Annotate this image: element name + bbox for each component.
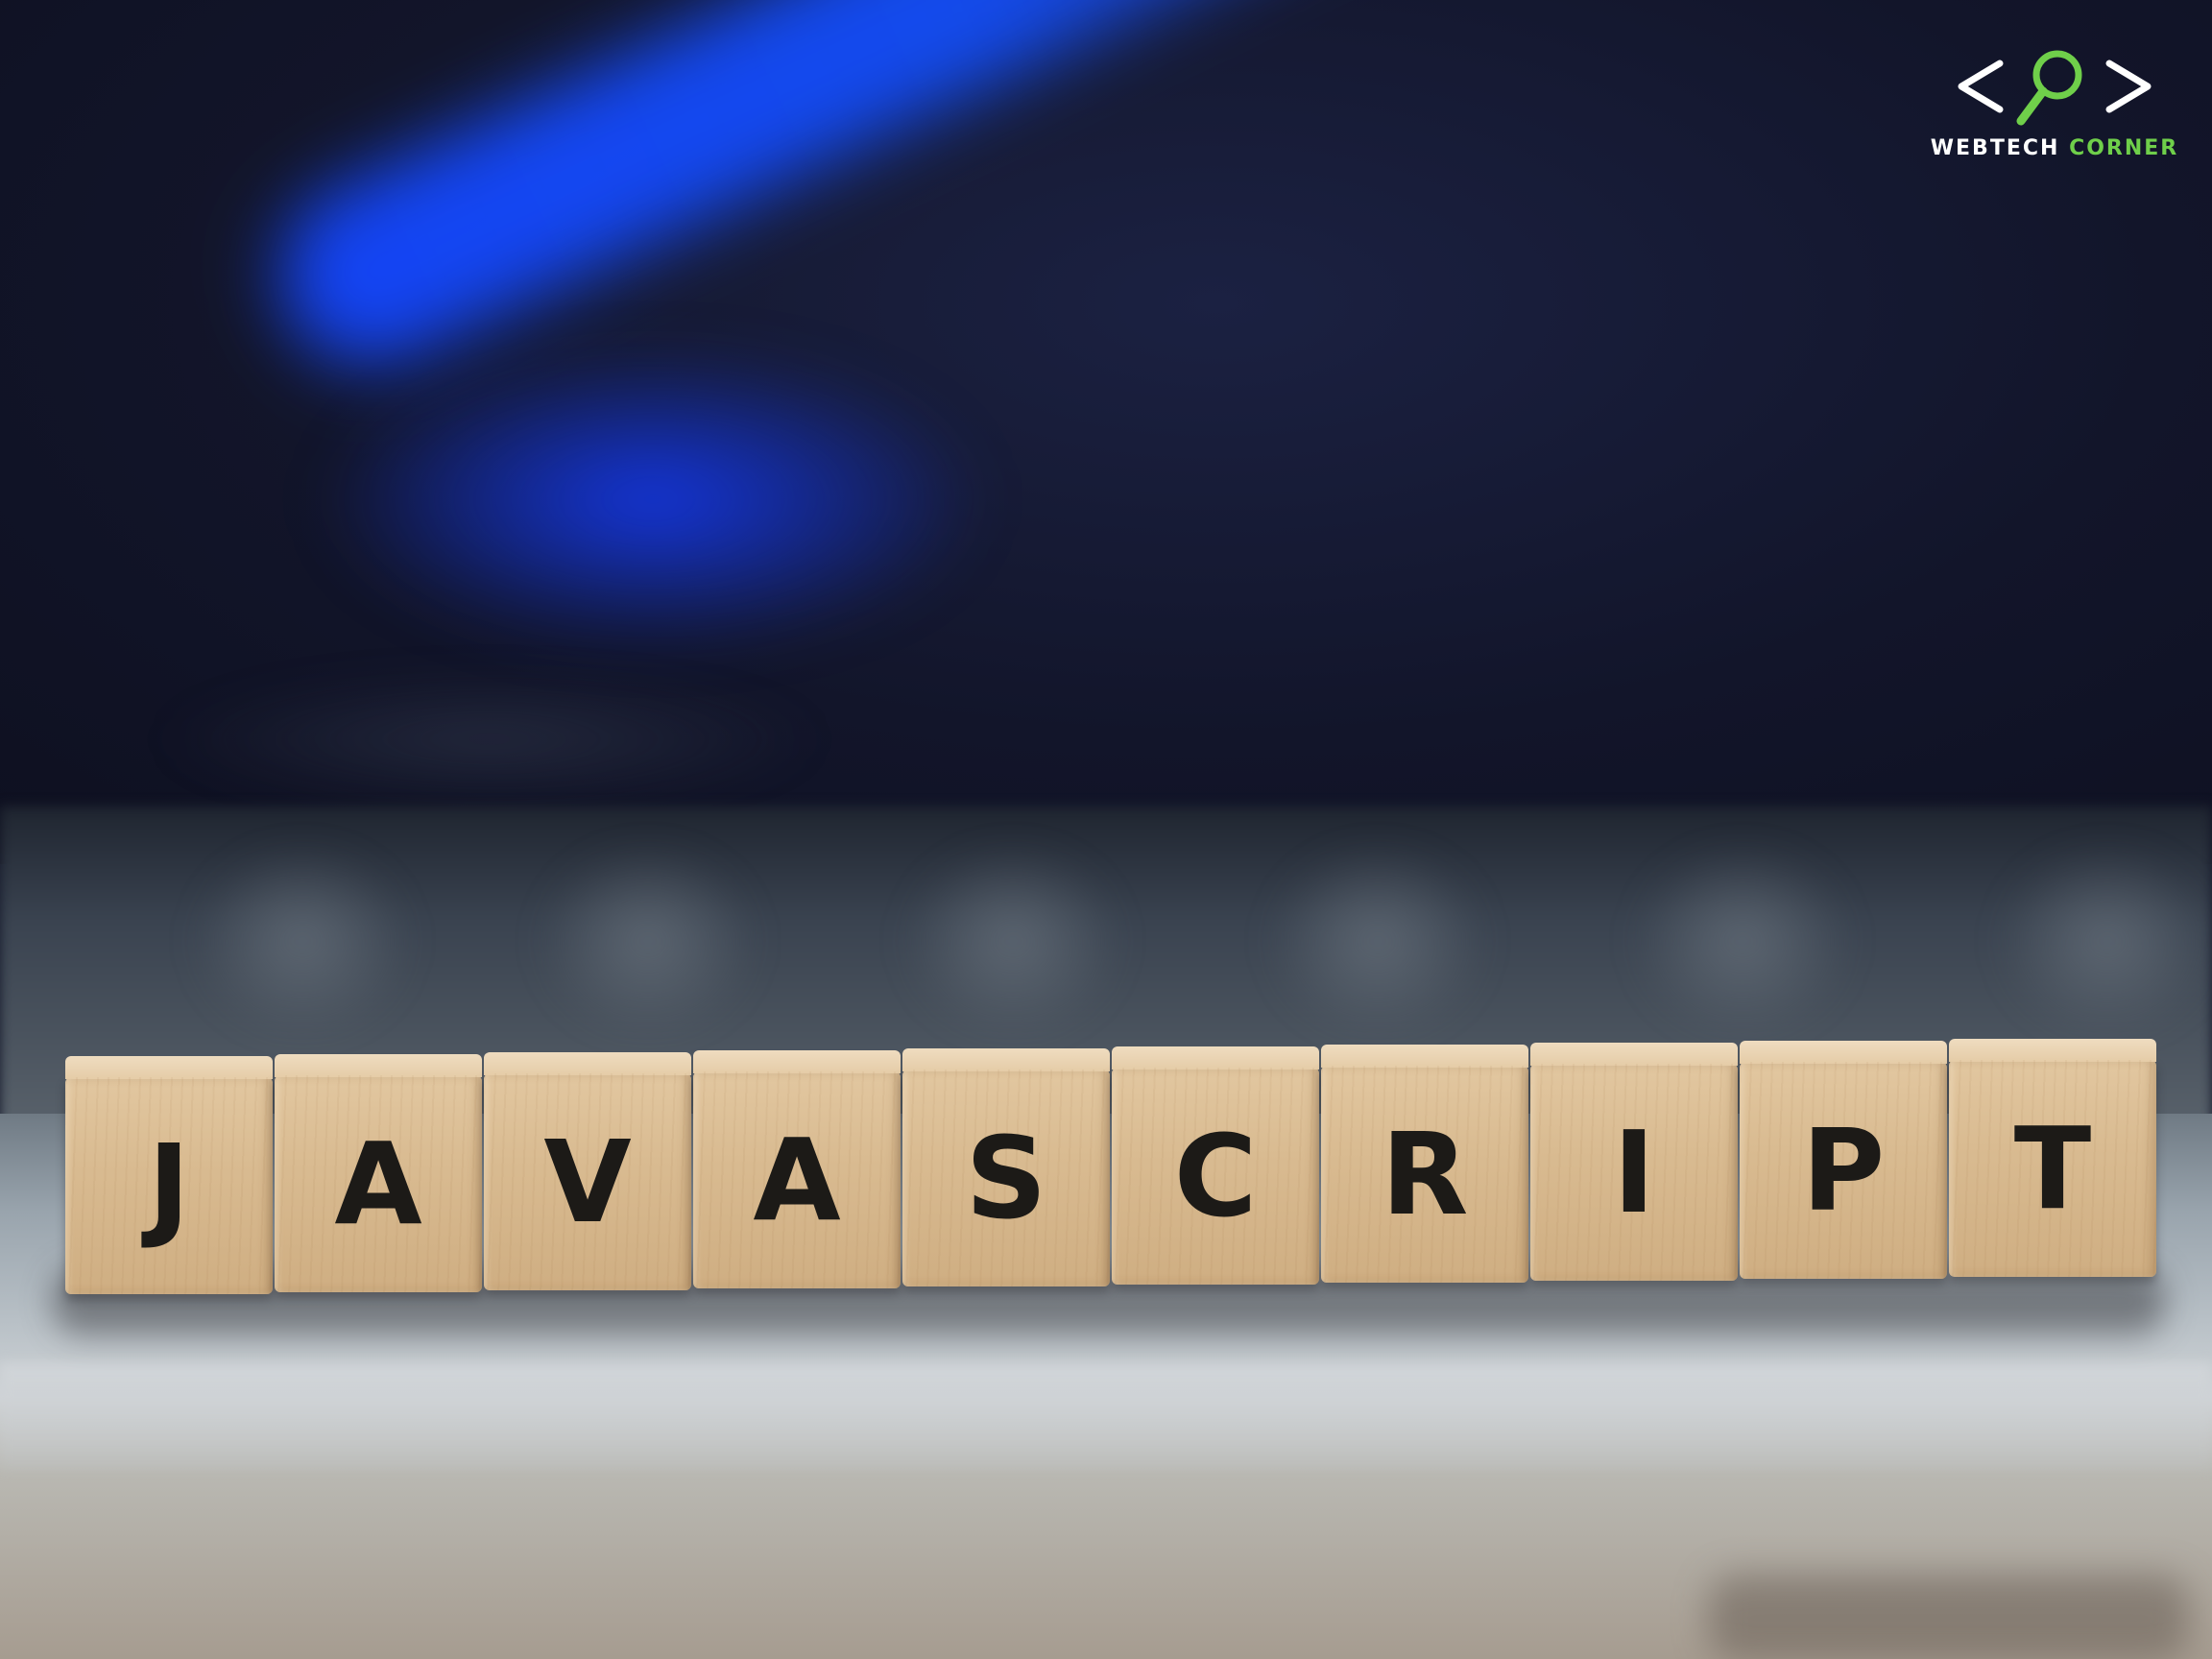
- block-letter: C: [1173, 1110, 1258, 1242]
- letter-block: S: [902, 1048, 1110, 1286]
- code-magnifier-icon: [1958, 50, 2152, 126]
- letter-block: A: [275, 1054, 482, 1292]
- letter-block: J: [65, 1056, 273, 1294]
- letter-block: T: [1949, 1039, 2156, 1277]
- block-letter: V: [543, 1116, 632, 1248]
- logo-wordmark: WEBTECH CORNER: [1925, 136, 2184, 160]
- letter-block: R: [1321, 1045, 1528, 1283]
- logo-word-corner: CORNER: [2069, 136, 2179, 160]
- block-letter: R: [1381, 1108, 1469, 1240]
- photo-scene: J A V A S C R I P T WEBTECH CORNER: [0, 0, 2212, 1659]
- block-letter: A: [334, 1118, 422, 1250]
- logo-word-webtech: WEBTECH: [1930, 136, 2060, 160]
- letter-block: V: [484, 1052, 691, 1290]
- block-letter: I: [1613, 1106, 1655, 1238]
- wooden-letter-blocks: J A V A S C R I P T: [0, 0, 2212, 1659]
- block-letter: P: [1801, 1104, 1886, 1237]
- webtech-corner-logo: WEBTECH CORNER: [1925, 46, 2184, 171]
- letter-block: A: [693, 1050, 901, 1288]
- block-letter: A: [753, 1114, 841, 1246]
- block-letter: S: [965, 1112, 1047, 1244]
- block-letter: J: [148, 1119, 190, 1252]
- letter-block: I: [1530, 1043, 1738, 1281]
- letter-block: C: [1112, 1046, 1319, 1285]
- block-letter: T: [2013, 1102, 2092, 1235]
- letter-block: P: [1740, 1041, 1947, 1279]
